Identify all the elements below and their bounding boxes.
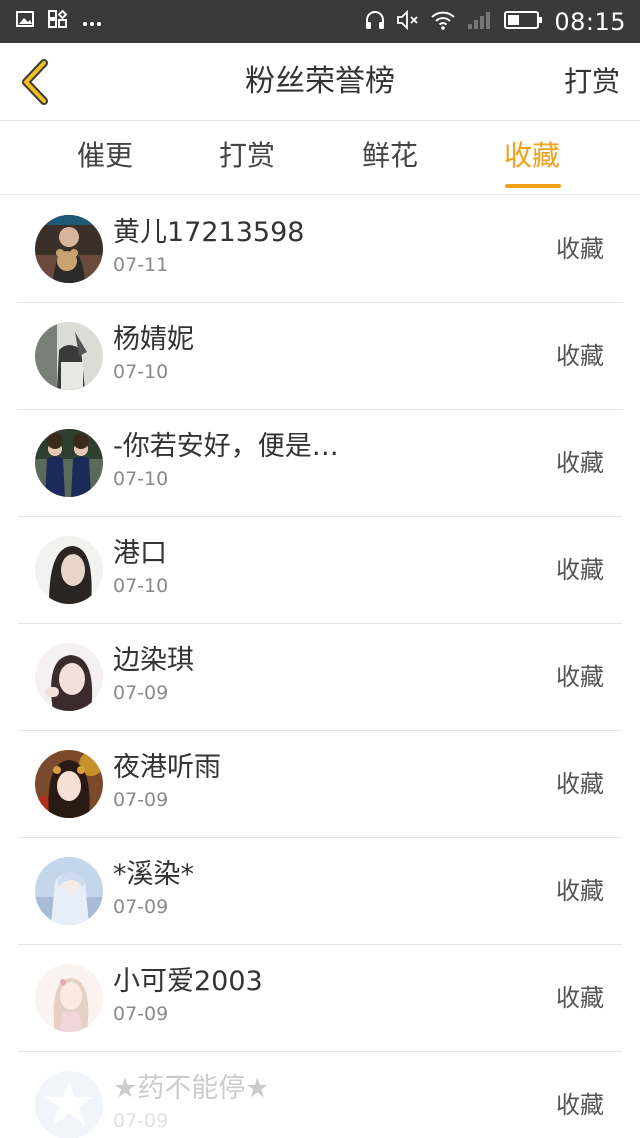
avatar [35, 964, 103, 1032]
apps-notification-icon [48, 9, 68, 33]
fan-name: 小可爱2003 [113, 966, 263, 997]
avatar [35, 429, 103, 497]
tab-collect-label: 收藏 [503, 139, 560, 172]
fan-date: 07-09 [113, 896, 169, 918]
fan-name: 港口 [113, 538, 167, 569]
reward-button[interactable]: 打赏 [564, 43, 620, 121]
tab-collect[interactable]: 收藏 [462, 121, 602, 195]
app-header: 粉丝荣誉榜 打赏 [0, 43, 640, 121]
fan-action: 收藏 [556, 342, 604, 370]
fan-date: 07-10 [113, 468, 169, 490]
list-item[interactable]: 黄儿17213598 07-11 收藏 [18, 196, 622, 303]
avatar [35, 322, 103, 390]
list-item[interactable]: 边染琪 07-09 收藏 [18, 624, 622, 731]
fan-name: *溪染* [113, 859, 194, 890]
list-item[interactable]: *溪染* 07-09 收藏 [18, 838, 622, 945]
signal-icon [466, 9, 494, 35]
wifi-icon [430, 10, 456, 34]
fan-name: 杨婧妮 [113, 324, 194, 355]
fan-date: 07-11 [113, 254, 169, 276]
fan-name: 边染琪 [113, 645, 194, 676]
fan-date: 07-10 [113, 361, 169, 383]
gallery-notification-icon [16, 11, 34, 32]
more-notifications-icon [82, 11, 102, 32]
fan-name: 夜港听雨 [113, 752, 221, 783]
list-item[interactable]: 夜港听雨 07-09 收藏 [18, 731, 622, 838]
fan-date: 07-09 [113, 1110, 169, 1132]
active-tab-indicator [505, 184, 561, 188]
fan-action: 收藏 [556, 235, 604, 263]
tab-flowers[interactable]: 鲜花 [320, 121, 460, 195]
chevron-left-icon [22, 59, 48, 105]
tab-reward[interactable]: 打赏 [177, 121, 317, 195]
back-button[interactable] [14, 57, 62, 107]
fan-name: 黄儿17213598 [113, 217, 305, 248]
list-item[interactable]: ★药不能停★ 07-09 收藏 [18, 1052, 622, 1138]
fan-action: 收藏 [556, 877, 604, 905]
fan-action: 收藏 [556, 1091, 604, 1119]
list-item[interactable]: 港口 07-10 收藏 [18, 517, 622, 624]
fan-date: 07-09 [113, 682, 169, 704]
fan-date: 07-09 [113, 789, 169, 811]
fan-action: 收藏 [556, 663, 604, 691]
headphones-icon [364, 9, 386, 35]
status-left-icons [16, 0, 102, 43]
fan-name: -你若安好，便是… [113, 431, 339, 462]
status-time: 08:15 [554, 7, 626, 36]
page-title: 粉丝荣誉榜 [245, 64, 395, 99]
avatar [35, 750, 103, 818]
fan-date: 07-10 [113, 575, 169, 597]
list-item[interactable]: 小可爱2003 07-09 收藏 [18, 945, 622, 1052]
avatar [35, 643, 103, 711]
status-right-icons: 08:15 [364, 0, 626, 43]
fan-action: 收藏 [556, 449, 604, 477]
fan-action: 收藏 [556, 556, 604, 584]
fan-date: 07-09 [113, 1003, 169, 1025]
avatar [35, 857, 103, 925]
avatar [35, 215, 103, 283]
fan-action: 收藏 [556, 770, 604, 798]
mute-icon [396, 9, 420, 35]
tab-urge[interactable]: 催更 [35, 121, 175, 195]
fan-name: ★药不能停★ [113, 1073, 270, 1104]
list-item[interactable]: -你若安好，便是… 07-10 收藏 [18, 410, 622, 517]
fan-list: 黄儿17213598 07-11 收藏 杨婧妮 07-10 收藏 -你若安好，便… [18, 196, 622, 1138]
status-bar: 08:15 [0, 0, 640, 43]
battery-icon [504, 10, 544, 34]
fan-action: 收藏 [556, 984, 604, 1012]
avatar [35, 536, 103, 604]
list-item[interactable]: 杨婧妮 07-10 收藏 [18, 303, 622, 410]
tab-bar: 催更 打赏 鲜花 收藏 [0, 121, 640, 195]
avatar [35, 1071, 103, 1138]
